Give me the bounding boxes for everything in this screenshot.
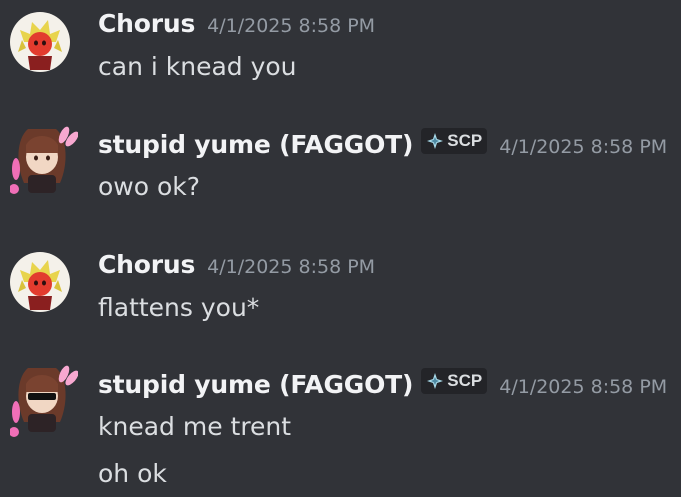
avatar[interactable] — [10, 12, 70, 72]
avatar[interactable] — [10, 125, 78, 194]
message-text: oh ok — [98, 459, 167, 488]
diamond-sparkle-icon — [427, 373, 444, 389]
role-tag[interactable]: SCP — [421, 368, 488, 394]
timestamp[interactable]: 4/1/2025 8:58 PM — [499, 136, 667, 158]
avatar[interactable] — [10, 252, 70, 312]
message-text: knead me trent — [98, 412, 292, 441]
role-tag[interactable]: SCP — [421, 128, 488, 154]
username[interactable]: stupid yume (FAGGOT) — [98, 130, 413, 159]
chat-messages: Chorus 4/1/2025 8:58 PM can i knead you … — [0, 0, 681, 497]
avatar[interactable] — [10, 364, 78, 437]
username[interactable]: Chorus — [98, 9, 195, 38]
timestamp[interactable]: 4/1/2025 8:58 PM — [207, 256, 375, 278]
role-tag-label: SCP — [447, 371, 483, 390]
message-text: owo ok? — [98, 172, 201, 201]
diamond-sparkle-icon — [427, 133, 444, 149]
timestamp[interactable]: 4/1/2025 8:58 PM — [499, 376, 667, 398]
message-text: can i knead you — [98, 52, 297, 81]
role-tag-label: SCP — [447, 131, 483, 150]
timestamp[interactable]: 4/1/2025 8:58 PM — [207, 15, 375, 37]
username[interactable]: stupid yume (FAGGOT) — [98, 370, 413, 399]
message-text: flattens you* — [98, 293, 260, 322]
username[interactable]: Chorus — [98, 250, 195, 279]
